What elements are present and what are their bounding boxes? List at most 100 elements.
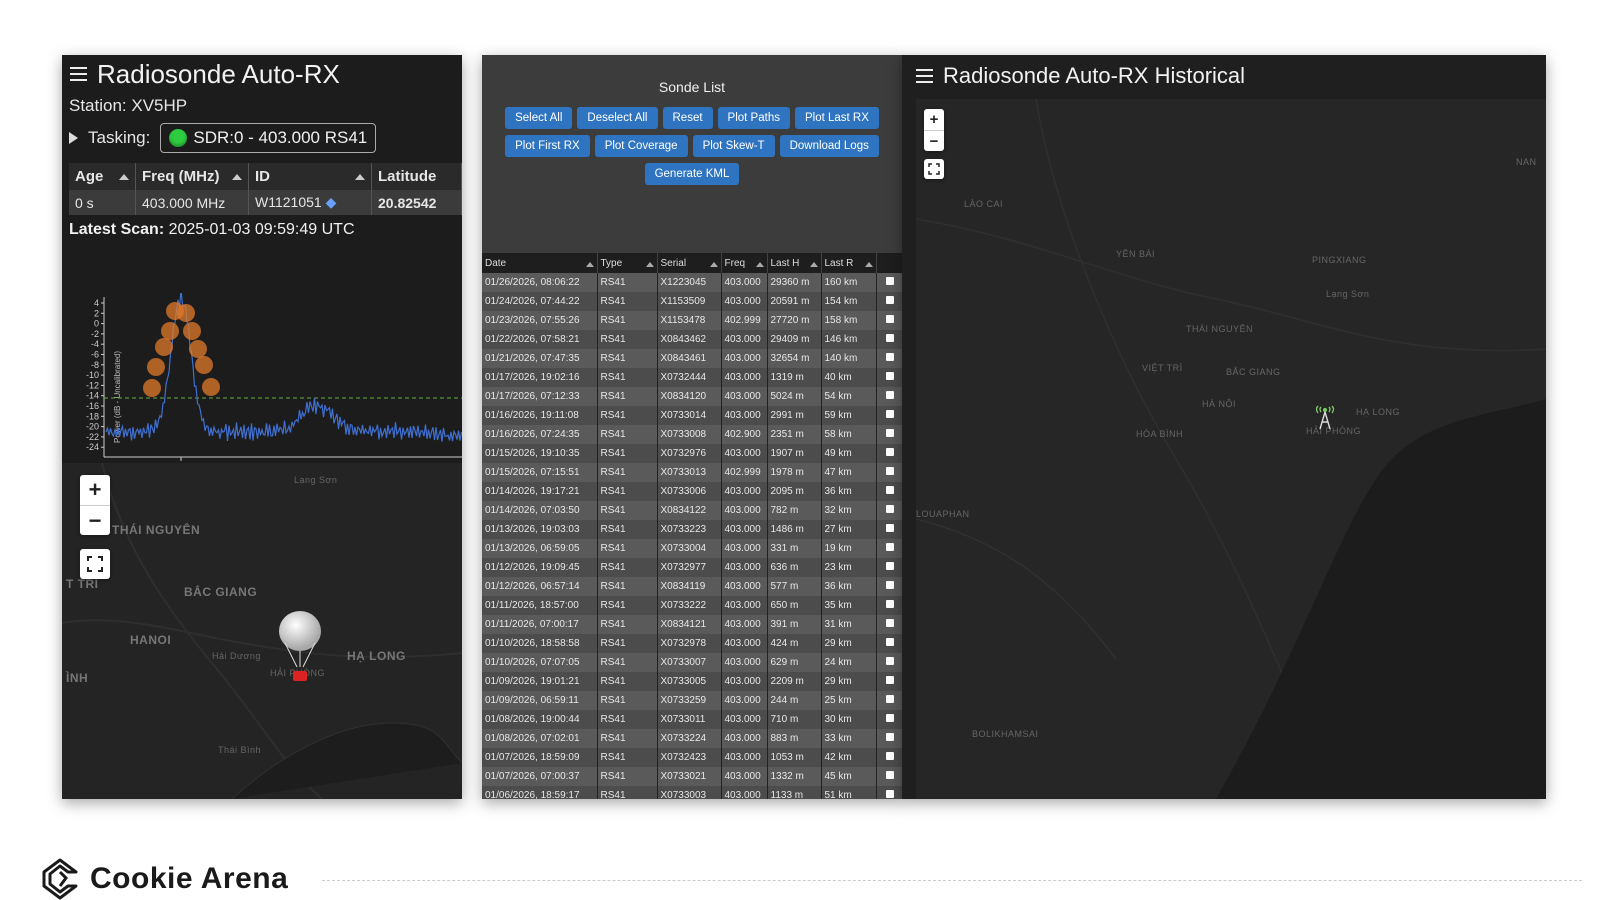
sort-asc-icon[interactable] bbox=[586, 262, 594, 267]
download-logs-button[interactable]: Download Logs bbox=[780, 135, 879, 157]
cell-select[interactable] bbox=[876, 368, 902, 387]
balloon-marker-icon[interactable] bbox=[275, 609, 325, 689]
table-row[interactable]: 01/15/2026, 07:15:51 RS41 X0733013 402.999 1… bbox=[482, 463, 902, 482]
table-row[interactable]: 0 s 403.000 MHz W1121051 ◆ 20.82542 bbox=[69, 190, 462, 215]
sort-asc-icon[interactable] bbox=[865, 262, 873, 267]
select-all-button[interactable]: Select All bbox=[505, 107, 572, 129]
table-row[interactable]: 01/17/2026, 07:12:33 RS41 X0834120 403.000 5… bbox=[482, 387, 902, 406]
plot-paths-button[interactable]: Plot Paths bbox=[718, 107, 790, 129]
col-id[interactable]: ID bbox=[249, 163, 372, 190]
row-checkbox[interactable] bbox=[886, 391, 894, 399]
plot-last-rx-button[interactable]: Plot Last RX bbox=[795, 107, 879, 129]
generate-kml-button[interactable]: Generate KML bbox=[645, 163, 740, 185]
cell-select[interactable] bbox=[876, 634, 902, 653]
row-checkbox[interactable] bbox=[886, 695, 894, 703]
cell-select[interactable] bbox=[876, 786, 902, 799]
table-row[interactable]: 01/08/2026, 07:02:01 RS41 X0733224 403.000 8… bbox=[482, 729, 902, 748]
row-checkbox[interactable] bbox=[886, 771, 894, 779]
cell-select[interactable] bbox=[876, 596, 902, 615]
zoom-in-button[interactable]: + bbox=[924, 109, 944, 131]
cell-select[interactable] bbox=[876, 444, 902, 463]
tracking-map[interactable]: THÁI NGUYÊN BẮC GIANG HANOI HẢI PHÒNG HẠ… bbox=[62, 463, 462, 799]
row-checkbox[interactable] bbox=[886, 562, 894, 570]
deselect-all-button[interactable]: Deselect All bbox=[577, 107, 657, 129]
cell-select[interactable] bbox=[876, 482, 902, 501]
cell-select[interactable] bbox=[876, 501, 902, 520]
cell-select[interactable] bbox=[876, 406, 902, 425]
plot-coverage-button[interactable]: Plot Coverage bbox=[595, 135, 688, 157]
table-row[interactable]: 01/17/2026, 19:02:16 RS41 X0732444 403.000 1… bbox=[482, 368, 902, 387]
fullscreen-button[interactable] bbox=[924, 159, 944, 179]
row-checkbox[interactable] bbox=[886, 581, 894, 589]
cell-select[interactable] bbox=[876, 330, 902, 349]
row-checkbox[interactable] bbox=[886, 277, 894, 285]
table-row[interactable]: 01/11/2026, 07:00:17 RS41 X0834121 403.000 3… bbox=[482, 615, 902, 634]
table-row[interactable]: 01/14/2026, 07:03:50 RS41 X0834122 403.000 7… bbox=[482, 501, 902, 520]
table-row[interactable]: 01/12/2026, 19:09:45 RS41 X0732977 403.000 6… bbox=[482, 558, 902, 577]
fullscreen-button[interactable] bbox=[80, 549, 110, 579]
table-row[interactable]: 01/12/2026, 06:57:14 RS41 X0834119 403.000 5… bbox=[482, 577, 902, 596]
row-checkbox[interactable] bbox=[886, 657, 894, 665]
plot-skew-t-button[interactable]: Plot Skew-T bbox=[693, 135, 775, 157]
cell-select[interactable] bbox=[876, 520, 902, 539]
row-checkbox[interactable] bbox=[886, 448, 894, 456]
cell-select[interactable] bbox=[876, 691, 902, 710]
row-checkbox[interactable] bbox=[886, 524, 894, 532]
sdr-status-badge[interactable]: SDR:0 - 403.000 RS41 bbox=[160, 123, 376, 153]
row-checkbox[interactable] bbox=[886, 505, 894, 513]
col-date[interactable]: Date bbox=[482, 253, 597, 273]
col-type[interactable]: Type bbox=[597, 253, 657, 273]
col-latitude[interactable]: Latitude bbox=[372, 163, 462, 190]
table-row[interactable]: 01/22/2026, 07:58:21 RS41 X0843462 403.000 2… bbox=[482, 330, 902, 349]
sort-asc-icon[interactable] bbox=[355, 174, 365, 180]
balloon-link-icon[interactable]: ◆ bbox=[326, 194, 337, 210]
row-checkbox[interactable] bbox=[886, 790, 894, 798]
table-row[interactable]: 01/10/2026, 07:07:05 RS41 X0733007 403.000 6… bbox=[482, 653, 902, 672]
col-last-r[interactable]: Last R bbox=[821, 253, 876, 273]
row-checkbox[interactable] bbox=[886, 733, 894, 741]
table-row[interactable]: 01/23/2026, 07:55:26 RS41 X1153478 402.999 2… bbox=[482, 311, 902, 330]
table-row[interactable]: 01/16/2026, 19:11:08 RS41 X0733014 403.000 2… bbox=[482, 406, 902, 425]
row-checkbox[interactable] bbox=[886, 296, 894, 304]
row-checkbox[interactable] bbox=[886, 372, 894, 380]
row-checkbox[interactable] bbox=[886, 638, 894, 646]
row-checkbox[interactable] bbox=[886, 619, 894, 627]
reset-button[interactable]: Reset bbox=[663, 107, 713, 129]
cell-select[interactable] bbox=[876, 558, 902, 577]
table-row[interactable]: 01/14/2026, 19:17:21 RS41 X0733006 403.000 2… bbox=[482, 482, 902, 501]
table-row[interactable]: 01/06/2026, 18:59:17 RS41 X0733003 403.000 1… bbox=[482, 786, 902, 799]
table-row[interactable]: 01/07/2026, 18:59:09 RS41 X0732423 403.000 1… bbox=[482, 748, 902, 767]
sort-asc-icon[interactable] bbox=[810, 262, 818, 267]
cell-select[interactable] bbox=[876, 653, 902, 672]
table-row[interactable]: 01/15/2026, 19:10:35 RS41 X0732976 403.000 1… bbox=[482, 444, 902, 463]
expand-triangle-icon[interactable] bbox=[69, 132, 78, 144]
cell-select[interactable] bbox=[876, 767, 902, 786]
row-checkbox[interactable] bbox=[886, 353, 894, 361]
plot-first-rx-button[interactable]: Plot First RX bbox=[505, 135, 590, 157]
row-checkbox[interactable] bbox=[886, 676, 894, 684]
cell-select[interactable] bbox=[876, 463, 902, 482]
table-row[interactable]: 01/10/2026, 18:58:58 RS41 X0732978 403.000 4… bbox=[482, 634, 902, 653]
col-last-h[interactable]: Last H bbox=[767, 253, 821, 273]
table-row[interactable]: 01/13/2026, 19:03:03 RS41 X0733223 403.000 1… bbox=[482, 520, 902, 539]
cell-select[interactable] bbox=[876, 577, 902, 596]
cell-select[interactable] bbox=[876, 387, 902, 406]
col-freq[interactable]: Freq (MHz) bbox=[136, 163, 249, 190]
table-row[interactable]: 01/07/2026, 07:00:37 RS41 X0733021 403.000 1… bbox=[482, 767, 902, 786]
row-checkbox[interactable] bbox=[886, 315, 894, 323]
table-row[interactable]: 01/24/2026, 07:44:22 RS41 X1153509 403.000 2… bbox=[482, 292, 902, 311]
zoom-out-button[interactable]: − bbox=[924, 131, 944, 152]
row-checkbox[interactable] bbox=[886, 467, 894, 475]
row-checkbox[interactable] bbox=[886, 334, 894, 342]
table-row[interactable]: 01/16/2026, 07:24:35 RS41 X0733008 402.900 2… bbox=[482, 425, 902, 444]
cell-select[interactable] bbox=[876, 615, 902, 634]
cell-select[interactable] bbox=[876, 311, 902, 330]
sort-asc-icon[interactable] bbox=[710, 262, 718, 267]
zoom-out-button[interactable]: − bbox=[80, 506, 110, 536]
sort-asc-icon[interactable] bbox=[756, 262, 764, 267]
zoom-in-button[interactable]: + bbox=[80, 475, 110, 506]
col-freq[interactable]: Freq bbox=[721, 253, 767, 273]
table-row[interactable]: 01/08/2026, 19:00:44 RS41 X0733011 403.000 7… bbox=[482, 710, 902, 729]
cell-select[interactable] bbox=[876, 539, 902, 558]
cell-select[interactable] bbox=[876, 425, 902, 444]
